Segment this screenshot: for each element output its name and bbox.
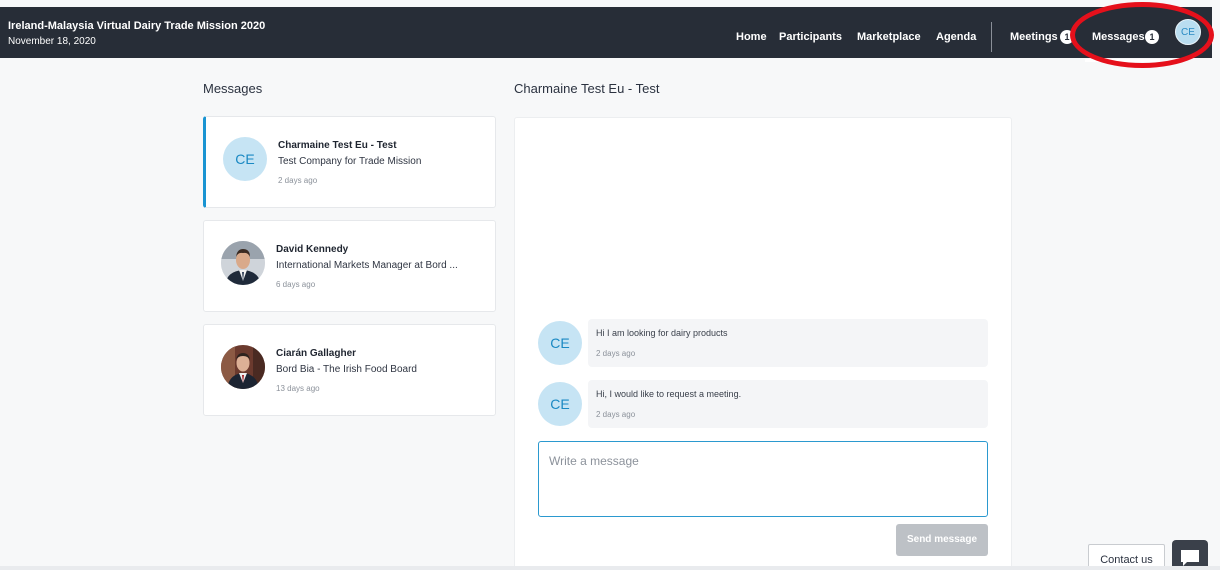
conversation-name: Charmaine Test Eu - Test	[278, 140, 397, 151]
send-message-button[interactable]: Send message	[896, 524, 988, 556]
conversation-item[interactable]: Ciarán Gallagher Bord Bia - The Irish Fo…	[203, 324, 496, 416]
conversation-time: 6 days ago	[276, 280, 316, 289]
message-item: CE Hi, I would like to request a meeting…	[538, 380, 988, 428]
nav-meetings-link[interactable]: Meetings	[1010, 31, 1058, 43]
avatar-photo	[221, 345, 265, 389]
avatar: CE	[223, 137, 267, 181]
nav-participants-link[interactable]: Participants	[779, 31, 842, 43]
chat-bubble-icon	[1181, 550, 1199, 566]
conversation-name: Ciarán Gallagher	[276, 348, 357, 359]
bottom-scroll-strip	[0, 566, 1220, 570]
conversation-subtitle: Test Company for Trade Mission	[278, 156, 422, 167]
avatar-photo	[221, 241, 265, 285]
message-bubble: Hi I am looking for dairy products 2 day…	[588, 319, 988, 367]
annotation-highlight-circle	[1070, 2, 1214, 68]
person-photo-icon	[221, 345, 265, 389]
conversation-time: 13 days ago	[276, 384, 320, 393]
message-item: CE Hi I am looking for dairy products 2 …	[538, 319, 988, 367]
event-title: Ireland-Malaysia Virtual Dairy Trade Mis…	[8, 20, 266, 32]
nav-marketplace-link[interactable]: Marketplace	[857, 31, 921, 43]
message-time: 2 days ago	[596, 410, 636, 419]
thread-title: Charmaine Test Eu - Test	[514, 81, 660, 96]
message-time: 2 days ago	[596, 349, 636, 358]
avatar: CE	[538, 321, 582, 365]
conversation-time: 2 days ago	[278, 176, 318, 185]
conversation-subtitle: International Markets Manager at Bord ..…	[276, 260, 458, 271]
message-text: Hi I am looking for dairy products	[596, 328, 728, 338]
conversation-item[interactable]: David Kennedy International Markets Mana…	[203, 220, 496, 312]
message-input[interactable]	[539, 442, 987, 516]
conversation-item[interactable]: CE Charmaine Test Eu - Test Test Company…	[203, 116, 496, 208]
message-bubble: Hi, I would like to request a meeting. 2…	[588, 380, 988, 428]
nav-divider	[991, 22, 992, 52]
conversation-name: David Kennedy	[276, 244, 349, 255]
top-navigation-bar: Ireland-Malaysia Virtual Dairy Trade Mis…	[0, 7, 1212, 62]
nav-home-link[interactable]: Home	[736, 31, 767, 43]
compose-box	[538, 441, 988, 517]
message-text: Hi, I would like to request a meeting.	[596, 389, 742, 399]
event-date: November 18, 2020	[8, 36, 96, 47]
person-photo-icon	[221, 241, 265, 285]
messages-heading: Messages	[203, 81, 263, 96]
conversation-subtitle: Bord Bia - The Irish Food Board	[276, 364, 417, 375]
avatar: CE	[538, 382, 582, 426]
nav-agenda-link[interactable]: Agenda	[936, 31, 976, 43]
